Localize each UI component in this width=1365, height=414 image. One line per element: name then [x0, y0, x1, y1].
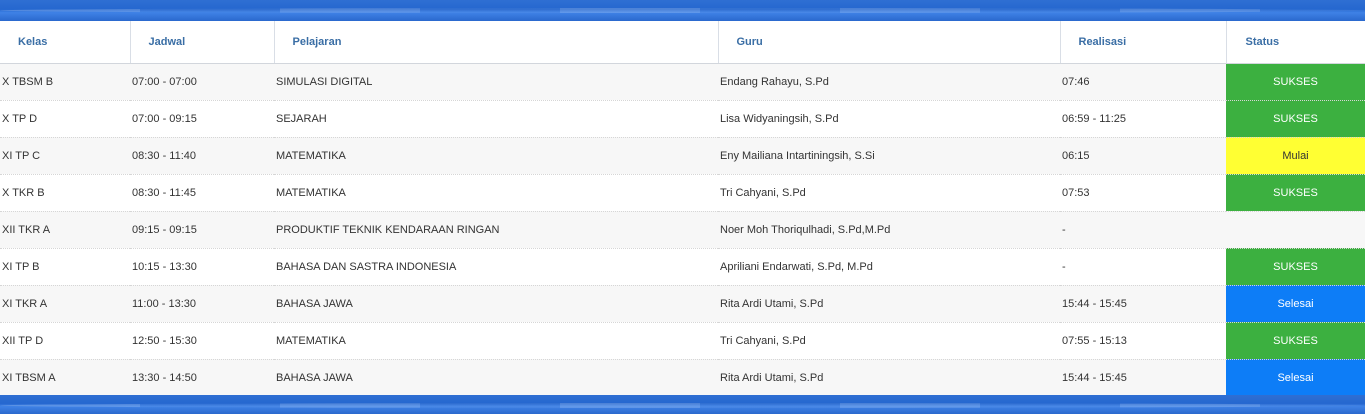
status-badge: SUKSES — [1226, 63, 1365, 101]
cell-realisasi: - — [1060, 248, 1226, 286]
table-row: XII TKR A 09:15 - 09:15 PRODUKTIF TEKNIK… — [0, 211, 1365, 249]
cell-jadwal: 10:15 - 13:30 — [130, 248, 274, 286]
table-row: X TKR B 08:30 - 11:45 MATEMATIKA Tri Cah… — [0, 174, 1365, 212]
status-badge — [1226, 211, 1365, 249]
table-row: XII TP D 12:50 - 15:30 MATEMATIKA Tri Ca… — [0, 322, 1365, 360]
cell-realisasi: 06:15 — [1060, 137, 1226, 175]
cell-realisasi: 07:55 - 15:13 — [1060, 322, 1226, 360]
cell-realisasi: 15:44 - 15:45 — [1060, 359, 1226, 397]
cell-pelajaran: BAHASA JAWA — [274, 359, 718, 397]
cell-kelas: X TBSM B — [0, 63, 130, 101]
cell-guru: Endang Rahayu, S.Pd — [718, 63, 1060, 101]
banner-wave — [0, 8, 1365, 13]
table-row: X TP D 07:00 - 09:15 SEJARAH Lisa Widyan… — [0, 100, 1365, 138]
cell-jadwal: 13:30 - 14:50 — [130, 359, 274, 397]
cell-kelas: XI TP B — [0, 248, 130, 286]
status-badge: SUKSES — [1226, 174, 1365, 212]
cell-kelas: XI TKR A — [0, 285, 130, 323]
cell-pelajaran: BAHASA JAWA — [274, 285, 718, 323]
column-header-guru[interactable]: Guru — [718, 21, 1061, 64]
cell-jadwal: 11:00 - 13:30 — [130, 285, 274, 323]
cell-jadwal: 08:30 - 11:45 — [130, 174, 274, 212]
cell-guru: Noer Moh Thoriqulhadi, S.Pd,M.Pd — [718, 211, 1060, 249]
bottom-banner — [0, 395, 1365, 414]
status-badge: SUKSES — [1226, 322, 1365, 360]
cell-jadwal: 07:00 - 07:00 — [130, 63, 274, 101]
cell-jadwal: 07:00 - 09:15 — [130, 100, 274, 138]
column-header-status[interactable]: Status — [1226, 21, 1365, 64]
cell-pelajaran: PRODUKTIF TEKNIK KENDARAAN RINGAN — [274, 211, 718, 249]
cell-pelajaran: MATEMATIKA — [274, 322, 718, 360]
cell-jadwal: 12:50 - 15:30 — [130, 322, 274, 360]
cell-realisasi: 15:44 - 15:45 — [1060, 285, 1226, 323]
table-row: XI TKR A 11:00 - 13:30 BAHASA JAWA Rita … — [0, 285, 1365, 323]
cell-pelajaran: MATEMATIKA — [274, 137, 718, 175]
table-row: XI TBSM A 13:30 - 14:50 BAHASA JAWA Rita… — [0, 359, 1365, 397]
status-badge: Selesai — [1226, 285, 1365, 323]
cell-pelajaran: SEJARAH — [274, 100, 718, 138]
table-body: X TBSM B 07:00 - 07:00 SIMULASI DIGITAL … — [0, 63, 1365, 397]
cell-guru: Tri Cahyani, S.Pd — [718, 174, 1060, 212]
cell-pelajaran: SIMULASI DIGITAL — [274, 63, 718, 101]
banner-wave — [0, 403, 1365, 408]
column-header-kelas[interactable]: Kelas — [0, 21, 131, 64]
column-header-pelajaran[interactable]: Pelajaran — [274, 21, 719, 64]
cell-kelas: XII TKR A — [0, 211, 130, 249]
top-banner — [0, 0, 1365, 21]
cell-guru: Eny Mailiana Intartiningsih, S.Si — [718, 137, 1060, 175]
cell-kelas: X TKR B — [0, 174, 130, 212]
cell-guru: Lisa Widyaningsih, S.Pd — [718, 100, 1060, 138]
cell-kelas: X TP D — [0, 100, 130, 138]
cell-kelas: XI TBSM A — [0, 359, 130, 397]
cell-guru: Rita Ardi Utami, S.Pd — [718, 285, 1060, 323]
status-badge: SUKSES — [1226, 248, 1365, 286]
cell-jadwal: 09:15 - 09:15 — [130, 211, 274, 249]
table-header-row: Kelas Jadwal Pelajaran Guru Realisasi St… — [0, 21, 1365, 64]
status-badge: Mulai — [1226, 137, 1365, 175]
table-row: X TBSM B 07:00 - 07:00 SIMULASI DIGITAL … — [0, 63, 1365, 101]
status-badge: Selesai — [1226, 359, 1365, 397]
cell-pelajaran: MATEMATIKA — [274, 174, 718, 212]
cell-guru: Rita Ardi Utami, S.Pd — [718, 359, 1060, 397]
cell-realisasi: 07:46 — [1060, 63, 1226, 101]
cell-guru: Apriliani Endarwati, S.Pd, M.Pd — [718, 248, 1060, 286]
cell-guru: Tri Cahyani, S.Pd — [718, 322, 1060, 360]
table-row: XI TP B 10:15 - 13:30 BAHASA DAN SASTRA … — [0, 248, 1365, 286]
cell-pelajaran: BAHASA DAN SASTRA INDONESIA — [274, 248, 718, 286]
cell-realisasi: 07:53 — [1060, 174, 1226, 212]
cell-kelas: XI TP C — [0, 137, 130, 175]
table-row: XI TP C 08:30 - 11:40 MATEMATIKA Eny Mai… — [0, 137, 1365, 175]
column-header-jadwal[interactable]: Jadwal — [130, 21, 275, 64]
column-header-realisasi[interactable]: Realisasi — [1060, 21, 1227, 64]
cell-kelas: XII TP D — [0, 322, 130, 360]
cell-jadwal: 08:30 - 11:40 — [130, 137, 274, 175]
cell-realisasi: 06:59 - 11:25 — [1060, 100, 1226, 138]
cell-realisasi: - — [1060, 211, 1226, 249]
status-badge: SUKSES — [1226, 100, 1365, 138]
schedule-table: Kelas Jadwal Pelajaran Guru Realisasi St… — [0, 21, 1365, 397]
